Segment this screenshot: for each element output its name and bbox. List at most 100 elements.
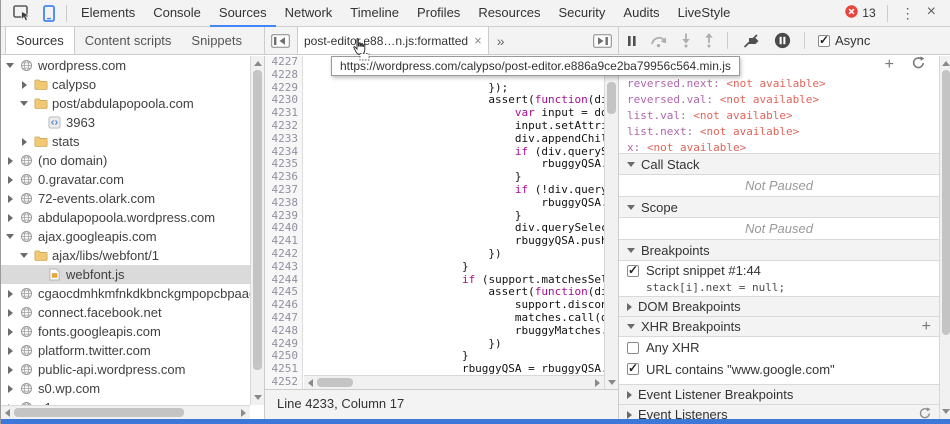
tree-item[interactable]: ajax/libs/webfont/1 (1, 246, 250, 265)
expander-down-icon[interactable] (5, 234, 15, 239)
breakpoint-code[interactable]: stack[i].next = null; (619, 280, 939, 297)
close-devtools-icon[interactable]: × (923, 3, 944, 23)
tab-elements[interactable]: Elements (72, 0, 144, 27)
tab-sources[interactable]: Sources (209, 0, 276, 27)
line-number[interactable]: 4232 (265, 119, 302, 133)
inspect-element-icon[interactable] (7, 0, 37, 26)
expander-right-icon[interactable] (19, 137, 29, 146)
breakpoint-entry[interactable]: Script snippet #1:44 (619, 261, 939, 280)
tree-item[interactable]: cgaocdmhkmfnkdkbnckgmpopcbpaaej (1, 284, 250, 303)
async-checkbox[interactable] (818, 33, 830, 47)
code-line[interactable]: input.setAttribute (303, 119, 618, 133)
tab-profiles[interactable]: Profiles (408, 0, 469, 27)
expander-right-icon[interactable] (5, 194, 15, 203)
tree-item[interactable]: ajax.googleapis.com (1, 227, 250, 246)
expander-right-icon[interactable] (5, 365, 15, 374)
watch-item[interactable]: list.val: <not available> (627, 108, 939, 124)
deactivate-breakpoints-icon[interactable] (741, 33, 761, 48)
xhr-breakpoint-url[interactable]: URL contains "www.google.com" (619, 358, 939, 380)
tab-resources[interactable]: Resources (469, 0, 549, 27)
section-event-listener-breakpoints[interactable]: Event Listener Breakpoints (619, 384, 939, 405)
code-line[interactable]: if (!div.querySel (303, 183, 618, 197)
code-line[interactable]: } (303, 260, 618, 274)
line-number[interactable]: 4243 (265, 260, 302, 274)
more-tabs-icon[interactable]: » (489, 33, 513, 49)
tree-item[interactable]: (no domain) (1, 151, 250, 170)
expander-right-icon[interactable] (5, 327, 15, 336)
watch-item[interactable]: reversed.val: <not available> (627, 92, 939, 108)
xhr-url-checkbox[interactable] (627, 361, 639, 375)
section-call-stack[interactable]: Call Stack (619, 153, 939, 175)
line-number[interactable]: 4228 (265, 68, 302, 82)
expander-right-icon[interactable] (19, 80, 29, 89)
tab-timeline[interactable]: Timeline (341, 0, 408, 27)
tree-item[interactable]: s0.wp.com (1, 379, 250, 398)
menu-kebab-icon[interactable]: ⋮ (893, 5, 923, 22)
line-number[interactable]: 4237 (265, 183, 302, 197)
line-number[interactable]: 4242 (265, 247, 302, 261)
tree-item[interactable]: wordpress.com (1, 56, 250, 75)
line-number[interactable]: 4227 (265, 56, 302, 69)
code-line[interactable]: matches.call(div (303, 311, 618, 325)
refresh-listeners-icon[interactable] (919, 407, 931, 419)
subtab-content-scripts[interactable]: Content scripts (75, 27, 182, 54)
expander-down-icon[interactable] (19, 101, 29, 106)
tree-item[interactable]: post/abdulapopoola.com (1, 94, 250, 113)
tree-item[interactable]: 3963 (1, 113, 250, 132)
watch-item[interactable]: reversed.next: <not available> (627, 76, 939, 92)
code-line[interactable]: }) (303, 247, 618, 261)
expander-right-icon[interactable] (5, 213, 15, 222)
tree-item[interactable]: abdulapopoola.wordpress.com (1, 208, 250, 227)
expander-right-icon[interactable] (5, 289, 15, 298)
add-watch-icon[interactable]: + (885, 57, 894, 73)
step-out-icon[interactable] (704, 33, 714, 48)
tree-item[interactable]: 72-events.olark.com (1, 189, 250, 208)
breakpoint-checkbox[interactable] (627, 263, 639, 277)
expander-right-icon[interactable] (5, 346, 15, 355)
tree-item[interactable]: s1.wp.com (1, 398, 250, 405)
editor-hscrollbar[interactable] (304, 375, 604, 389)
code-lines[interactable]: }); assert(function(div) { var input = d… (303, 56, 618, 389)
subtab-sources[interactable]: Sources (5, 27, 75, 54)
hide-debugger-sidebar-icon[interactable] (591, 28, 614, 54)
line-number[interactable]: 4238 (265, 196, 302, 210)
editor-vscrollbar[interactable] (604, 56, 618, 389)
code-line[interactable]: rbuggyQSA.push (303, 196, 618, 210)
step-over-icon[interactable] (650, 34, 668, 48)
navigator-vscrollbar[interactable] (250, 56, 264, 405)
code-line[interactable]: rbuggyMatches.pu (303, 324, 618, 338)
device-mode-icon[interactable] (37, 0, 61, 26)
tree-item[interactable]: 0.gravatar.com (1, 170, 250, 189)
tab-network[interactable]: Network (276, 0, 342, 27)
tree-item[interactable]: stats (1, 132, 250, 151)
tree-item[interactable]: webfont.js (1, 265, 250, 284)
tab-livestyle[interactable]: LiveStyle (669, 0, 740, 27)
pause-script-icon[interactable] (627, 35, 637, 47)
step-into-icon[interactable] (681, 33, 691, 48)
code-line[interactable]: div.appendChild(in (303, 132, 618, 146)
tree-item[interactable]: platform.twitter.com (1, 341, 250, 360)
code-line[interactable]: rbuggyQSA = rbuggyQSA.l (303, 362, 618, 376)
tab-close-icon[interactable]: × (474, 33, 482, 48)
add-xhr-breakpoint-icon[interactable]: + (922, 318, 931, 334)
code-area[interactable]: 4227 4228 4229 4230 4231 4232 4233 4234 4235 4236… (265, 56, 618, 389)
section-breakpoints[interactable]: Breakpoints (619, 239, 939, 261)
section-scope[interactable]: Scope (619, 196, 939, 218)
section-event-listeners[interactable]: Event Listeners (619, 404, 939, 419)
expander-right-icon[interactable] (5, 156, 15, 165)
expander-down-icon[interactable] (5, 63, 15, 68)
line-number[interactable]: 4247 (265, 311, 302, 325)
tab-audits[interactable]: Audits (614, 0, 668, 27)
file-tab[interactable]: post-editor.e88…n.js:formatted × (297, 27, 489, 54)
navigator-hscrollbar[interactable] (1, 405, 250, 419)
tree-item[interactable]: public-api.wordpress.com (1, 360, 250, 379)
line-number[interactable]: 4252 (265, 375, 302, 389)
debugger-vscrollbar[interactable] (939, 56, 950, 419)
tree-item[interactable]: calypso (1, 75, 250, 94)
line-number[interactable]: 4233 (265, 132, 302, 146)
tree-item[interactable]: connect.facebook.net (1, 303, 250, 322)
refresh-watch-icon[interactable] (912, 56, 925, 74)
expander-down-icon[interactable] (19, 253, 29, 258)
expander-right-icon[interactable] (5, 308, 15, 317)
line-number[interactable]: 4251 (265, 362, 302, 376)
